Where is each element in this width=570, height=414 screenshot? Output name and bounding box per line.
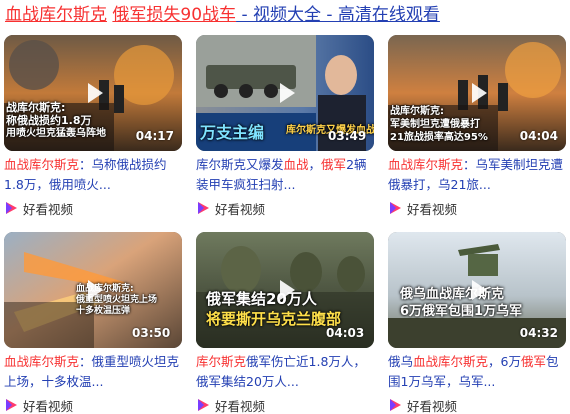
video-card[interactable]: 俄乌血战库尔斯克 6万俄军包围1万乌军 04:32 俄乌血战库尔斯克，6万俄军包围… — [388, 232, 566, 414]
video-card[interactable]: 血战库尔斯克: 俄重型喷火坦克上场 十多枚温压弹 03:50 血战库尔斯克：俄重型喷… — [4, 232, 182, 414]
title-keyword-2: 俄军损失90战车 — [112, 5, 237, 25]
video-card[interactable]: 战库尔斯克: 称俄战损约1.8万 用喷火坦克猛轰乌阵地 04:17 血战库尔斯克：乌… — [4, 35, 182, 217]
play-icon[interactable] — [78, 275, 108, 305]
video-source[interactable]: 好看视频 — [196, 396, 374, 414]
video-thumbnail[interactable]: 俄军集结20万人 将要撕开乌克兰腹部 04:03 — [196, 232, 374, 348]
haokan-video-logo-icon — [198, 399, 209, 411]
play-icon[interactable] — [78, 78, 108, 108]
haokan-video-logo-icon — [390, 202, 401, 214]
video-description[interactable]: 库尔斯克俄军伤亡近1.8万人，俄军集结20万人... — [196, 352, 374, 392]
duration-badge: 04:04 — [519, 129, 558, 143]
video-source[interactable]: 好看视频 — [4, 396, 182, 414]
duration-badge: 03:49 — [328, 129, 367, 143]
duration-badge: 04:17 — [135, 129, 174, 143]
video-card[interactable]: 战库尔斯克: 军美制坦克遭俄暴打 21旅战损率高达95% 04:04 血战库尔斯克：… — [388, 35, 566, 217]
video-card[interactable]: 万支主编 库尔斯克又爆发血战 03:49 库尔斯克又爆发血战，俄军2辆装甲车疯狂… — [196, 35, 374, 217]
video-thumbnail[interactable]: 战库尔斯克: 称俄战损约1.8万 用喷火坦克猛轰乌阵地 04:17 — [4, 35, 182, 151]
overlay-subcaption: 将要撕开乌克兰腹部 — [206, 310, 342, 328]
video-source[interactable]: 好看视频 — [388, 199, 566, 217]
video-source[interactable]: 好看视频 — [388, 396, 566, 414]
video-thumbnail[interactable]: 血战库尔斯克: 俄重型喷火坦克上场 十多枚温压弹 03:50 — [4, 232, 182, 348]
video-source[interactable]: 好看视频 — [196, 199, 374, 217]
video-description[interactable]: 血战库尔斯克：俄重型喷火坦克上场，十多枚温... — [4, 352, 182, 392]
overlay-caption: 万支主编 — [200, 123, 265, 142]
title-keyword: 血战库尔斯克 — [5, 5, 107, 25]
duration-badge: 03:50 — [132, 326, 171, 340]
video-description[interactable]: 血战库尔斯克：乌称俄战损约1.8万，俄用喷火... — [4, 155, 182, 195]
source-name: 好看视频 — [407, 201, 458, 217]
page-title[interactable]: 血战库尔斯克 俄军损失90战车 - 视频大全 - 高清在线观看 — [5, 3, 565, 27]
video-description[interactable]: 库尔斯克又爆发血战，俄军2辆装甲车疯狂扫射... — [196, 155, 374, 195]
source-name: 好看视频 — [23, 201, 74, 217]
video-description[interactable]: 血战库尔斯克：乌军美制坦克遭俄暴打，乌21旅... — [388, 155, 566, 195]
play-icon[interactable] — [462, 275, 492, 305]
video-thumbnail[interactable]: 战库尔斯克: 军美制坦克遭俄暴打 21旅战损率高达95% 04:04 — [388, 35, 566, 151]
play-icon[interactable] — [270, 275, 300, 305]
video-description[interactable]: 俄乌血战库尔斯克，6万俄军包围1万乌军，乌军... — [388, 352, 566, 392]
source-name: 好看视频 — [215, 201, 266, 217]
overlay-caption: 战库尔斯克: 军美制坦克遭俄暴打 21旅战损率高达95% — [390, 106, 488, 143]
title-suffix: - 视频大全 - 高清在线观看 — [236, 5, 440, 25]
haokan-video-logo-icon — [6, 202, 17, 214]
overlay-caption: 俄军集结20万人 — [206, 290, 317, 308]
video-thumbnail[interactable]: 万支主编 库尔斯克又爆发血战 03:49 — [196, 35, 374, 151]
video-source[interactable]: 好看视频 — [4, 199, 182, 217]
play-icon[interactable] — [462, 78, 492, 108]
play-icon[interactable] — [270, 78, 300, 108]
duration-badge: 04:32 — [519, 326, 558, 340]
video-thumbnail[interactable]: 俄乌血战库尔斯克 6万俄军包围1万乌军 04:32 — [388, 232, 566, 348]
duration-badge: 04:03 — [326, 326, 365, 340]
haokan-video-logo-icon — [198, 202, 209, 214]
haokan-video-logo-icon — [390, 399, 401, 411]
video-card[interactable]: 俄军集结20万人 将要撕开乌克兰腹部 04:03 库尔斯克俄军伤亡近1.8万人，… — [196, 232, 374, 414]
source-name: 好看视频 — [23, 398, 74, 414]
source-name: 好看视频 — [407, 398, 458, 414]
haokan-video-logo-icon — [6, 399, 17, 411]
source-name: 好看视频 — [215, 398, 266, 414]
